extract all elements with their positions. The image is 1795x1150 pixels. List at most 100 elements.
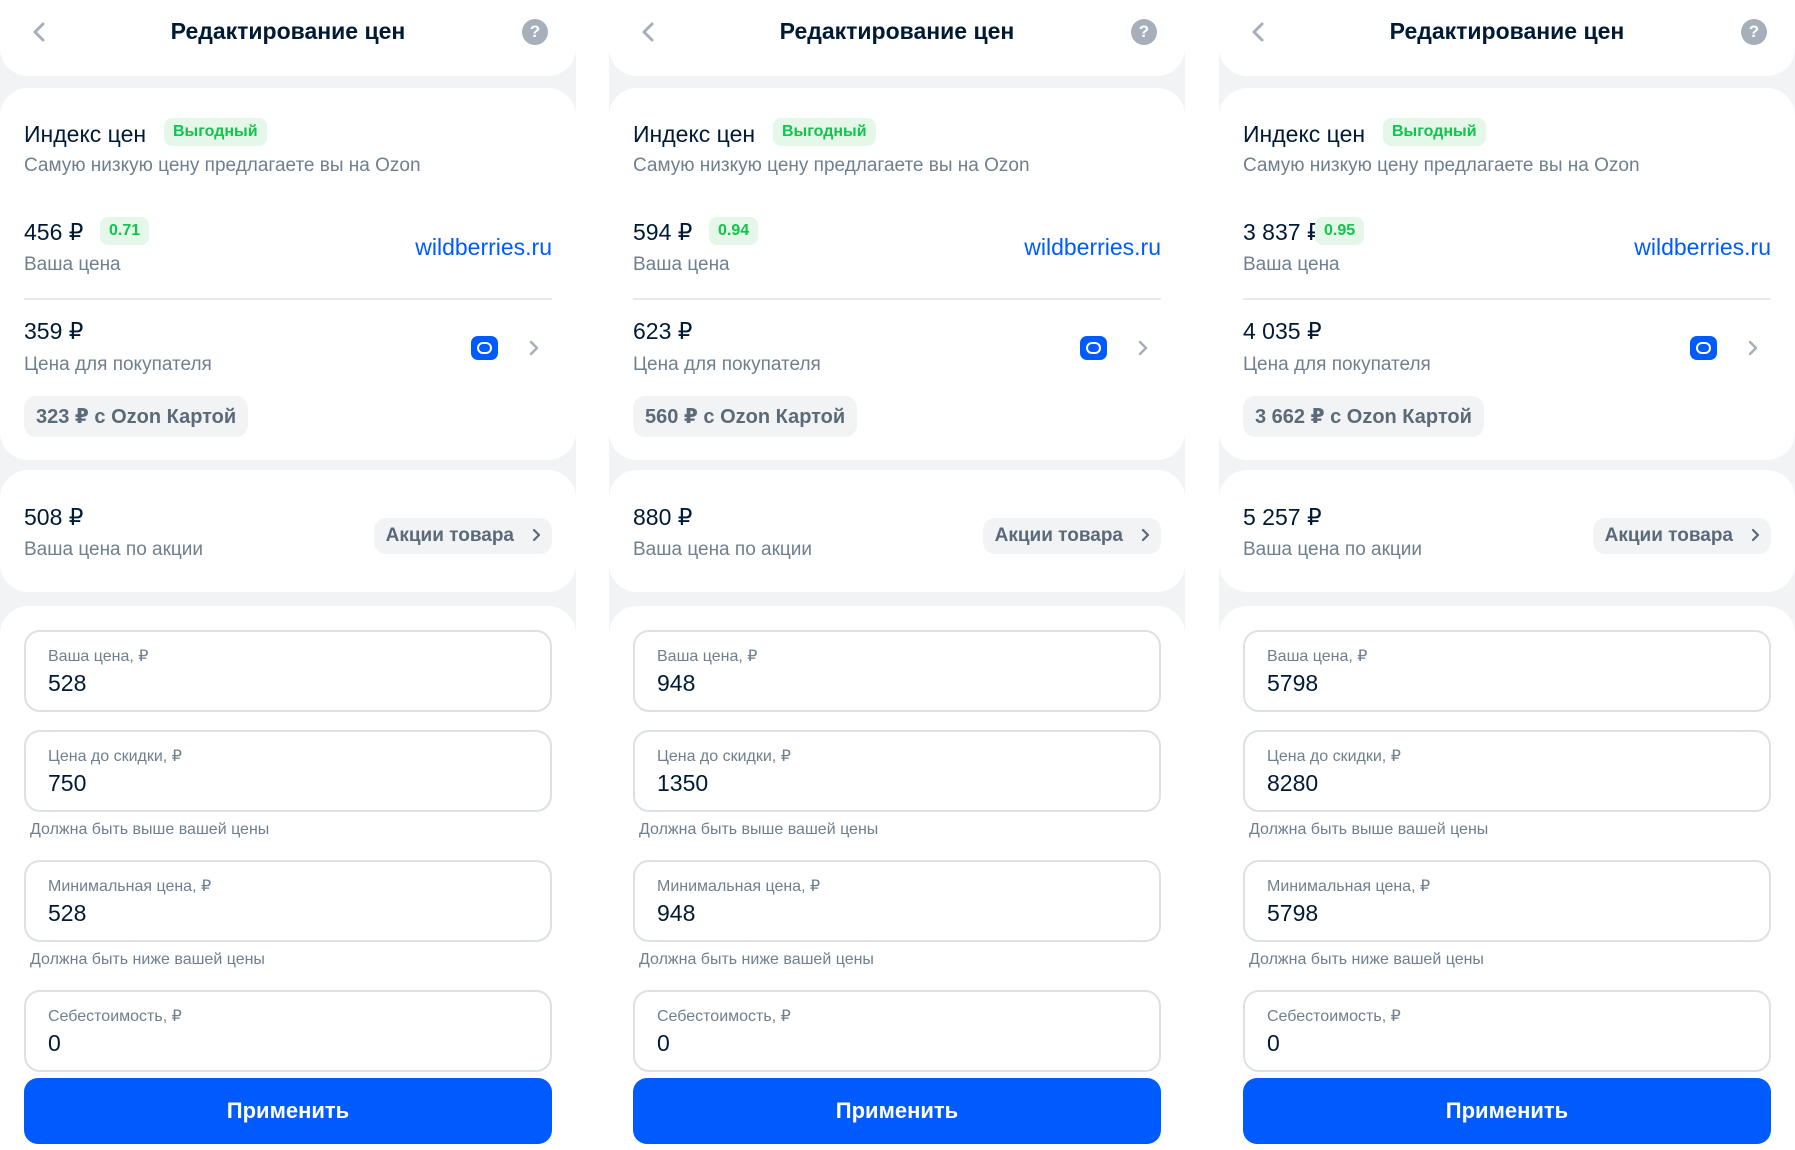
promo-card: 880 ₽ Ваша цена по акции Акции товара [609,470,1185,592]
price-edit-screen: Редактирование цен ? Индекс цен Выгодный… [0,0,576,1150]
your-price-value: 3 837 ₽ [1243,219,1322,245]
question-icon[interactable]: ? [1741,19,1767,45]
your-price-field-label: Ваша цена, ₽ [1267,648,1368,665]
competitor-link[interactable]: wildberries.ru [1024,234,1161,261]
price-index-title: Индекс цен [1243,121,1366,147]
divider [1243,298,1771,300]
min-price-hint: Должна быть ниже вашей цены [1249,951,1484,968]
chevron-right-icon [1751,528,1760,542]
apply-button[interactable]: Применить [1243,1078,1771,1144]
chevron-right-icon [1141,528,1150,542]
pre-discount-price-field[interactable]: Цена до скидки, ₽ [24,730,552,812]
your-price-input[interactable] [657,670,1137,697]
your-price-label: Ваша цена [24,254,121,275]
price-index-value-badge: 0.95 [1315,217,1365,245]
buyer-price-label: Цена для покупателя [24,354,212,375]
price-index-subtitle: Самую низкую цену предлагаете вы на Ozon [24,155,421,176]
min-price-field-label: Минимальная цена, ₽ [657,878,821,895]
divider [633,298,1161,300]
apply-button[interactable]: Применить [633,1078,1161,1144]
buyer-price-value: 623 ₽ [633,318,693,344]
promo-price-value: 880 ₽ [633,504,693,530]
your-price-field-label: Ваша цена, ₽ [48,648,149,665]
price-index-title: Индекс цен [633,121,756,147]
pre-discount-price-field-label: Цена до скидки, ₽ [657,748,791,765]
competitor-link[interactable]: wildberries.ru [415,234,552,261]
cost-input[interactable] [48,1030,528,1057]
ozon-card-price: 323 ₽ с Ozon Картой [24,396,249,437]
pre-discount-price-input[interactable] [1267,770,1747,797]
promo-price-value: 508 ₽ [24,504,84,530]
promo-price-label: Ваша цена по акции [1243,539,1423,560]
promo-price-label: Ваша цена по акции [24,539,204,560]
your-price-label: Ваша цена [1243,254,1340,275]
cost-field-label: Себестоимость, ₽ [657,1008,791,1025]
cost-field[interactable]: Себестоимость, ₽ [633,990,1161,1072]
your-price-value: 594 ₽ [633,219,693,245]
price-index-card: Индекс цен Выгодный Самую низкую цену пр… [1219,88,1795,460]
min-price-field[interactable]: Минимальная цена, ₽ [633,860,1161,942]
pre-discount-price-input[interactable] [657,770,1137,797]
price-index-badge: Выгодный [164,118,267,146]
price-index-badge: Выгодный [1383,118,1486,146]
min-price-input[interactable] [657,900,1137,927]
chevron-right-icon[interactable] [524,338,544,358]
ozon-card-icon [1690,336,1717,360]
your-price-field-label: Ваша цена, ₽ [657,648,758,665]
ozon-card-price: 3 662 ₽ с Ozon Картой [1243,396,1484,437]
cost-field[interactable]: Себестоимость, ₽ [1243,990,1771,1072]
min-price-input[interactable] [1267,900,1747,927]
price-index-card: Индекс цен Выгодный Самую низкую цену пр… [0,88,576,460]
price-form-card: Ваша цена, ₽ Цена до скидки, ₽ Должна бы… [609,606,1185,1150]
question-icon[interactable]: ? [522,19,548,45]
your-price-field[interactable]: Ваша цена, ₽ [633,630,1161,712]
price-index-subtitle: Самую низкую цену предлагаете вы на Ozon [633,155,1030,176]
product-promotions-button[interactable]: Акции товара [373,518,552,554]
cost-input[interactable] [657,1030,1137,1057]
header: Редактирование цен ? [1219,0,1795,76]
product-promotions-button[interactable]: Акции товара [982,518,1161,554]
buyer-price-label: Цена для покупателя [1243,354,1431,375]
question-icon[interactable]: ? [1131,19,1157,45]
product-promotions-label: Акции товара [994,525,1123,546]
your-price-field[interactable]: Ваша цена, ₽ [24,630,552,712]
apply-button[interactable]: Применить [24,1078,552,1144]
buyer-price-value: 4 035 ₽ [1243,318,1322,344]
page-title: Редактирование цен [779,18,1015,44]
pre-discount-price-field-label: Цена до скидки, ₽ [48,748,182,765]
pre-discount-price-field[interactable]: Цена до скидки, ₽ [1243,730,1771,812]
your-price-input[interactable] [1267,670,1747,697]
your-price-field[interactable]: Ваша цена, ₽ [1243,630,1771,712]
pre-discount-price-field[interactable]: Цена до скидки, ₽ [633,730,1161,812]
product-promotions-label: Акции товара [385,525,514,546]
chevron-right-icon[interactable] [1743,338,1763,358]
your-price-input[interactable] [48,670,528,697]
cost-input[interactable] [1267,1030,1747,1057]
price-index-value-badge: 0.71 [100,217,150,245]
pre-discount-hint: Должна быть выше вашей цены [639,821,879,838]
min-price-hint: Должна быть ниже вашей цены [30,951,265,968]
ozon-card-icon [1080,336,1107,360]
cost-field-label: Себестоимость, ₽ [48,1008,182,1025]
product-promotions-label: Акции товара [1604,525,1733,546]
pre-discount-price-input[interactable] [48,770,528,797]
min-price-input[interactable] [48,900,528,927]
chevron-right-icon[interactable] [1133,338,1153,358]
buyer-price-label: Цена для покупателя [633,354,821,375]
promo-card: 508 ₽ Ваша цена по акции Акции товара [0,470,576,592]
promo-card: 5 257 ₽ Ваша цена по акции Акции товара [1219,470,1795,592]
competitor-link[interactable]: wildberries.ru [1634,234,1771,261]
price-index-card: Индекс цен Выгодный Самую низкую цену пр… [609,88,1185,460]
pre-discount-hint: Должна быть выше вашей цены [30,821,270,838]
price-index-title: Индекс цен [24,121,147,147]
ozon-card-icon [471,336,498,360]
min-price-field[interactable]: Минимальная цена, ₽ [1243,860,1771,942]
min-price-field-label: Минимальная цена, ₽ [48,878,212,895]
min-price-field[interactable]: Минимальная цена, ₽ [24,860,552,942]
cost-field[interactable]: Себестоимость, ₽ [24,990,552,1072]
product-promotions-button[interactable]: Акции товара [1592,518,1771,554]
header: Редактирование цен ? [0,0,576,76]
min-price-hint: Должна быть ниже вашей цены [639,951,874,968]
promo-price-label: Ваша цена по акции [633,539,813,560]
ozon-card-price: 560 ₽ с Ozon Картой [633,396,858,437]
